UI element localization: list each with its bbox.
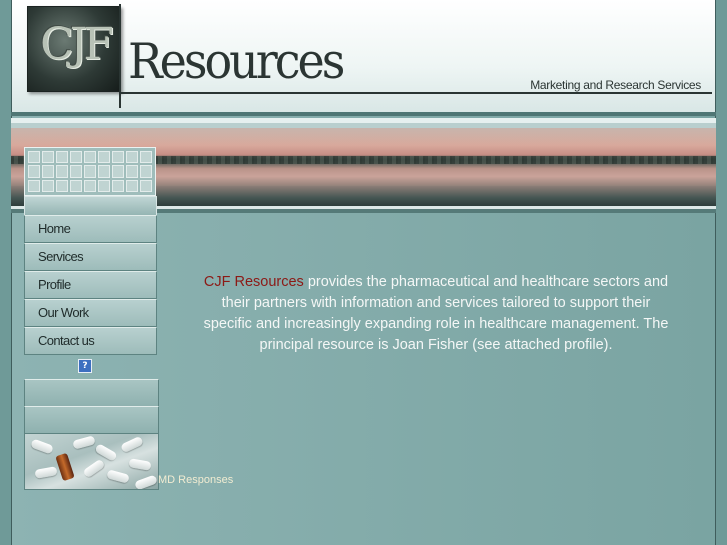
logo[interactable]: CJF (27, 6, 121, 92)
nav-item-contact-us[interactable]: Contact us (24, 327, 157, 355)
nav-item-our-work[interactable]: Our Work (24, 299, 157, 327)
sidebar-blank-panel (24, 379, 159, 407)
intro-paragraph: CJF Resources provides the pharmaceutica… (196, 272, 676, 356)
nav-item-home[interactable]: Home (24, 215, 157, 243)
nav-item-services[interactable]: Services (24, 243, 157, 271)
sidebar-blank-panel (24, 406, 159, 434)
question-mark-icon[interactable]: ? (78, 359, 92, 373)
capsule (55, 452, 75, 482)
decorative-tiles (24, 147, 156, 196)
tagline: Marketing and Research Services (530, 78, 701, 92)
header-horizontal-rule (119, 92, 712, 94)
brand-name: Resources (128, 32, 345, 90)
divider-stripe (11, 112, 716, 116)
main-nav: Home Services Profile Our Work Contact u… (24, 196, 157, 355)
nav-item-profile[interactable]: Profile (24, 271, 157, 299)
nav-spacer (24, 196, 157, 215)
logo-initials: CJF (40, 19, 114, 70)
company-name: CJF Resources (203, 274, 304, 290)
site-header: CJF Resources Marketing and Research Ser… (11, 0, 716, 112)
pills-image (24, 433, 159, 490)
md-responses-link[interactable]: MD Responses (158, 474, 233, 486)
